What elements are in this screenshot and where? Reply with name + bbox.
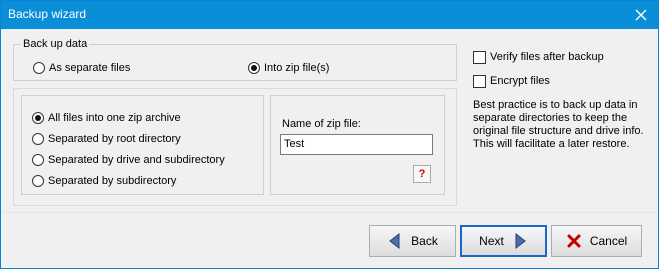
zip-name-input[interactable]: Test <box>280 134 433 155</box>
footer-divider <box>1 212 658 213</box>
radio-label: As separate files <box>49 62 131 74</box>
zip-name-label: Name of zip file: <box>282 118 361 130</box>
radio-label: Into zip file(s) <box>264 62 330 74</box>
encrypt-files-checkbox[interactable]: Encrypt files <box>473 73 550 89</box>
radio-indicator-checked <box>248 62 260 74</box>
checkbox-label: Encrypt files <box>490 75 550 87</box>
best-practice-hint: Best practice is to back up data in sepa… <box>473 99 644 150</box>
checkbox-box <box>473 50 486 64</box>
window-title: Backup wizard <box>8 7 87 21</box>
arrow-right-icon <box>515 233 526 249</box>
back-button-label: Back <box>411 234 438 248</box>
help-icon: ? <box>418 168 426 180</box>
cancel-button[interactable]: Cancel <box>551 225 642 257</box>
back-button[interactable]: Back <box>369 225 456 257</box>
next-button[interactable]: Next <box>460 225 547 257</box>
radio-indicator-checked <box>32 112 44 124</box>
radio-into-zip-files[interactable]: Into zip file(s) <box>248 60 329 76</box>
help-button[interactable]: ? <box>413 165 431 183</box>
red-x-icon <box>567 234 581 248</box>
title-bar: Backup wizard <box>1 1 658 29</box>
cancel-button-label: Cancel <box>589 234 628 248</box>
radio-indicator <box>32 175 44 187</box>
backup-mode-group-title: Back up data <box>21 38 90 50</box>
radio-as-separate-files[interactable]: As separate files <box>33 60 130 76</box>
radio-all-files-one-zip[interactable]: All files into one zip archive <box>32 110 181 126</box>
radio-indicator <box>33 62 45 74</box>
radio-indicator <box>32 133 44 145</box>
backup-wizard-window: Backup wizard Back up data As separate f… <box>0 0 659 269</box>
close-icon <box>635 9 647 21</box>
radio-label: All files into one zip archive <box>48 112 181 124</box>
next-button-label: Next <box>479 234 504 248</box>
radio-separated-by-subdir[interactable]: Separated by subdirectory <box>32 173 176 189</box>
radio-indicator <box>32 154 44 166</box>
radio-label: Separated by drive and subdirectory <box>48 154 225 166</box>
checkbox-box <box>473 74 486 88</box>
checkbox-label: Verify files after backup <box>490 51 604 63</box>
radio-label: Separated by root directory <box>48 133 181 145</box>
radio-separated-by-drive-subdir[interactable]: Separated by drive and subdirectory <box>32 152 225 168</box>
verify-files-checkbox[interactable]: Verify files after backup <box>473 49 604 65</box>
close-button[interactable] <box>624 1 658 29</box>
arrow-left-icon <box>389 233 400 249</box>
radio-separated-by-root[interactable]: Separated by root directory <box>32 131 181 147</box>
radio-label: Separated by subdirectory <box>48 175 177 187</box>
